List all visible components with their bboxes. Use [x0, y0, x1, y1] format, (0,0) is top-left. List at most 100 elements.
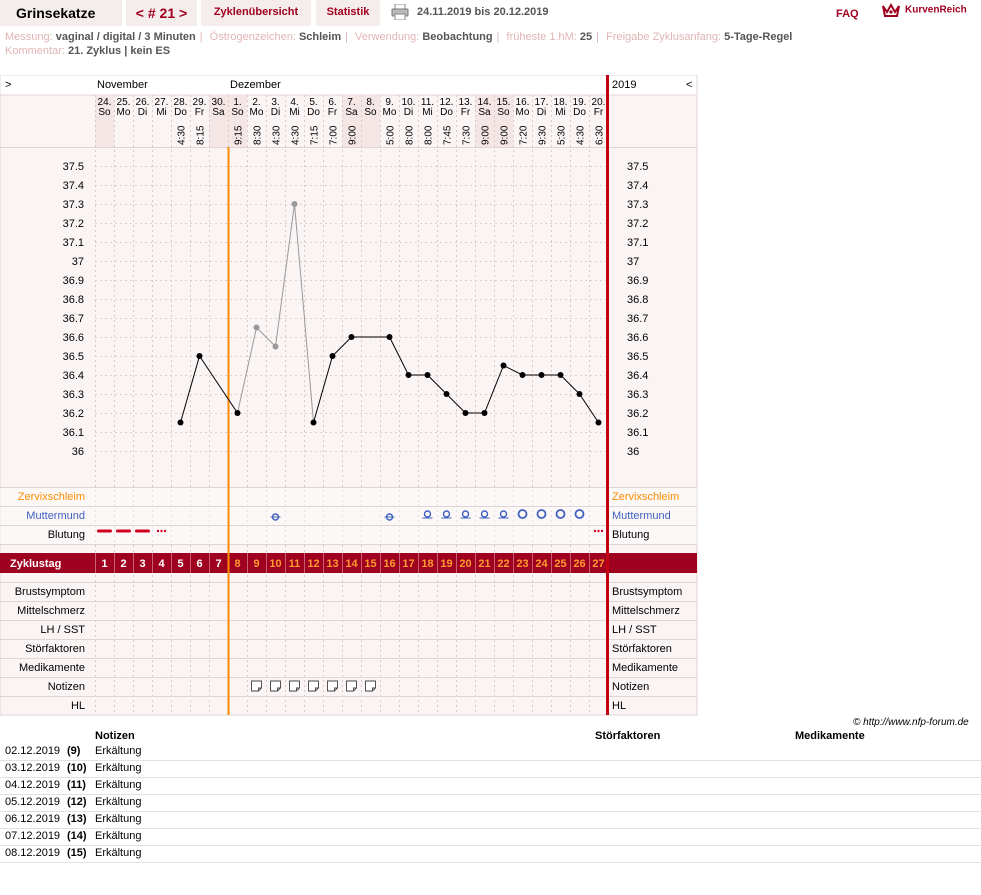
measure-time: 4:30 — [291, 125, 302, 145]
day-weekday: Di — [537, 107, 546, 118]
y-tick-right: 36 — [627, 446, 639, 458]
row-label-right: Medikamente — [612, 662, 678, 674]
measure-time: 7:30 — [462, 125, 473, 145]
day-weekday: Do — [573, 107, 586, 118]
zyklustag-number: 25 — [554, 558, 566, 570]
notes-header-notizen: Notizen — [95, 730, 135, 742]
y-tick-right: 36.7 — [627, 313, 648, 325]
notes-cycle-day: (10) — [67, 762, 87, 774]
day-weekday: Do — [307, 107, 320, 118]
printer-icon[interactable] — [391, 4, 409, 20]
tab-zyklenuebersicht[interactable]: Zyklenübersicht — [201, 0, 311, 26]
top-bar: Grinsekatze < # 21 > Zyklenübersicht Sta… — [0, 0, 981, 26]
y-tick-left: 37.4 — [63, 180, 84, 192]
row-label-right: Blutung — [612, 529, 649, 541]
meta-line-1: Messung: vaginal / digital / 3 Minuten | … — [5, 31, 793, 43]
y-tick-left: 36.4 — [63, 370, 84, 382]
tab-statistik[interactable]: Statistik — [316, 0, 380, 26]
brand-logo[interactable]: KurvenReich — [881, 2, 967, 22]
zyklustag-number: 3 — [139, 558, 145, 570]
cycle-navigator[interactable]: < # 21 > — [126, 0, 197, 26]
notes-cycle-day: (11) — [67, 779, 86, 791]
y-tick-left: 37.1 — [63, 237, 84, 249]
temperature-point — [348, 334, 355, 340]
row-label-right: LH / SST — [612, 624, 657, 636]
row-label-right: Mittelschmerz — [612, 605, 680, 617]
hm-value: 25 — [579, 31, 593, 43]
y-tick-left: 36.8 — [63, 294, 84, 306]
row-label-right: Brustsymptom — [612, 586, 682, 598]
crown-icon — [882, 2, 900, 17]
y-tick-right: 36.8 — [627, 294, 648, 306]
kommentar-value: 21. Zyklus | kein ES — [67, 45, 171, 57]
notes-date: 07.12.2019 — [5, 830, 61, 842]
temperature-point — [272, 343, 279, 350]
notes-header-stoerfaktoren: Störfaktoren — [595, 730, 661, 742]
y-tick-left: 36.7 — [63, 313, 84, 325]
zyklustag-number: 2 — [120, 558, 126, 570]
verwendung-label: Verwendung: — [355, 31, 420, 43]
blutung-spotting-dot — [156, 529, 160, 533]
day-weekday: Fr — [461, 107, 471, 118]
notes-cycle-day: (13) — [67, 813, 87, 825]
blutung-spotting-dot — [163, 529, 167, 533]
day-weekday: So — [497, 107, 510, 118]
y-tick-left: 36.2 — [63, 408, 84, 420]
notes-text: Erkältung — [95, 796, 142, 808]
y-tick-left: 36.5 — [63, 351, 84, 363]
notes-row: 02.12.2019 (9) Erkältung — [0, 743, 981, 761]
notes-date: 06.12.2019 — [5, 813, 61, 825]
y-tick-left: 36.1 — [63, 427, 84, 439]
month-label: November — [97, 79, 148, 91]
zyklustag-number: 15 — [364, 558, 376, 570]
row-label-left: LH / SST — [40, 624, 85, 636]
note-icon — [251, 680, 262, 692]
y-tick-right: 37.5 — [627, 161, 648, 173]
day-weekday: Do — [440, 107, 453, 118]
notes-row: 06.12.2019 (13) Erkältung — [0, 811, 981, 829]
day-weekday: Fr — [328, 107, 338, 118]
y-tick-right: 37.2 — [627, 218, 648, 230]
day-weekday: So — [364, 107, 377, 118]
day-weekday: Do — [174, 107, 187, 118]
y-tick-left: 37.3 — [63, 199, 84, 211]
temperature-point — [481, 410, 488, 416]
meta-line-2: Kommentar: 21. Zyklus | kein ES — [5, 44, 170, 58]
temperature-point — [177, 419, 184, 426]
faq-link[interactable]: FAQ — [836, 2, 859, 26]
kommentar-label: Kommentar: — [5, 45, 65, 57]
day-weekday: Mo — [250, 107, 264, 118]
zyklustag-number: 24 — [535, 558, 548, 570]
oestrogen-label: Östrogenzeichen: — [209, 31, 296, 43]
y-tick-right: 37.1 — [627, 237, 648, 249]
measure-time: 8:15 — [196, 125, 207, 145]
zyklustag-number: 8 — [234, 558, 240, 570]
notes-date: 05.12.2019 — [5, 796, 61, 808]
notes-row: 07.12.2019 (14) Erkältung — [0, 828, 981, 846]
date-range: 24.11.2019 bis 20.12.2019 — [417, 6, 549, 18]
zyklustag-number: 9 — [253, 558, 259, 570]
day-weekday: Di — [138, 107, 147, 118]
notes-text: Erkältung — [95, 779, 142, 791]
notes-date: 04.12.2019 — [5, 779, 61, 791]
day-weekday: So — [98, 107, 111, 118]
measure-time: 9:00 — [348, 125, 359, 145]
temperature-point — [291, 201, 298, 207]
notes-text: Erkältung — [95, 813, 142, 825]
corner-right-arrow: < — [686, 79, 692, 91]
zyklustag-number: 19 — [440, 558, 452, 570]
y-tick-right: 37 — [627, 256, 639, 268]
y-tick-right: 37.4 — [627, 180, 648, 192]
note-icon — [289, 680, 300, 692]
measure-time: 8:30 — [253, 125, 264, 145]
day-weekday: Mi — [289, 107, 300, 118]
day-weekday: Di — [271, 107, 280, 118]
zyklustag-number: 6 — [196, 558, 202, 570]
y-tick-right: 36.5 — [627, 351, 648, 363]
y-tick-right: 36.1 — [627, 427, 648, 439]
zyklustag-number: 16 — [383, 558, 395, 570]
y-tick-right: 36.6 — [627, 332, 648, 344]
measure-time: 5:00 — [386, 125, 397, 145]
note-icon — [270, 680, 281, 692]
day-weekday: Di — [404, 107, 413, 118]
